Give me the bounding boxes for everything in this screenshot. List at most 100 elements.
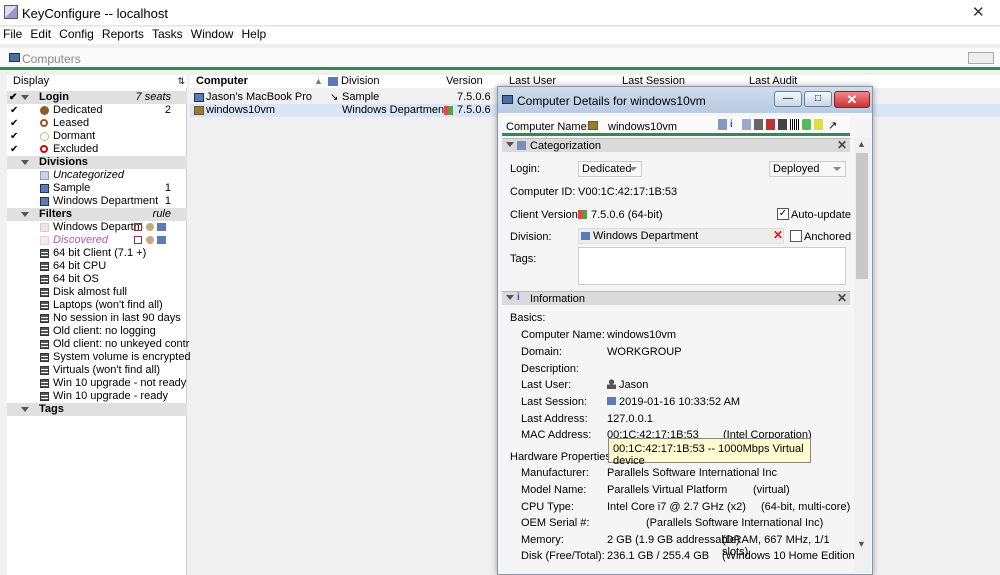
monitor-icon[interactable]: [742, 119, 751, 130]
status-select[interactable]: Deployed: [769, 161, 846, 177]
info-computer-name-label: Computer Name:: [521, 329, 605, 341]
divisions-section-header[interactable]: Divisions: [7, 156, 187, 169]
note-icon[interactable]: [814, 119, 823, 130]
grid-icon[interactable]: [718, 119, 727, 130]
sidebar-item-sample[interactable]: Sample 1: [7, 182, 187, 195]
filter-item[interactable]: Win 10 upgrade - not ready: [7, 377, 187, 390]
collapse-triangle-icon: [21, 160, 29, 165]
check-icon: ✔: [10, 118, 19, 129]
scroll-up-icon[interactable]: ▲: [857, 139, 866, 149]
scrollbar-thumb[interactable]: [856, 153, 868, 279]
categories-icon: [517, 141, 526, 150]
dialog-close-button[interactable]: ✕: [834, 91, 870, 108]
filter-item[interactable]: Win 10 upgrade - ready: [7, 390, 187, 403]
leased-ring-icon: [40, 119, 48, 127]
computer-name-label: Computer Name:: [506, 121, 590, 133]
tags-input[interactable]: [578, 247, 846, 285]
client-version-label: Client Version:: [510, 209, 581, 221]
filter-list-icon: [40, 379, 49, 388]
barcode-icon[interactable]: [790, 119, 799, 130]
filter-item[interactable]: Laptops (won't find all): [7, 299, 187, 312]
anchored-checkbox[interactable]: [790, 230, 802, 242]
filter-item[interactable]: Old client: no unkeyed contr: [7, 338, 189, 351]
sidebar-item-label: Excluded: [53, 143, 99, 155]
filter-item-windows-department[interactable]: Windows Departm: [7, 221, 187, 234]
display-label: Display: [13, 75, 50, 87]
info-icon[interactable]: i: [730, 119, 739, 130]
filter-icon: [40, 236, 49, 245]
excluded-no-icon: [40, 145, 48, 153]
filter-item[interactable]: 64 bit OS: [7, 273, 187, 286]
filter-item[interactable]: System volume is encrypted: [7, 351, 191, 364]
computer-id-label: Computer ID:: [510, 186, 576, 198]
tags-section-header[interactable]: Tags: [7, 403, 187, 416]
filter-label: System volume is encrypted: [53, 351, 191, 363]
collapse-triangle-icon: [21, 212, 29, 217]
monitor-icon: [157, 223, 166, 231]
sidebar-item-dedicated[interactable]: ✔ Dedicated 2: [7, 104, 187, 117]
collapse-triangle-icon: [21, 95, 29, 100]
filter-label: 64 bit Client (7.1 +): [53, 247, 147, 259]
filter-item[interactable]: 64 bit Client (7.1 +): [7, 247, 187, 260]
menu-tasks[interactable]: Tasks: [150, 27, 185, 42]
filter-label: 64 bit OS: [53, 273, 99, 285]
filter-label: Windows Departm: [53, 221, 143, 233]
auto-update-checkbox[interactable]: ✓: [777, 208, 789, 220]
division-field[interactable]: Windows Department ✕: [578, 228, 784, 244]
filter-list-icon: [40, 301, 49, 310]
filter-label: Win 10 upgrade - not ready: [53, 377, 187, 389]
filter-item[interactable]: Virtuals (won't find all): [7, 364, 187, 377]
menu-edit[interactable]: Edit: [28, 27, 53, 42]
filter-item[interactable]: Disk almost full: [7, 286, 187, 299]
user-icon[interactable]: [754, 119, 763, 130]
check-icon: ✔: [10, 131, 19, 142]
external-link-icon[interactable]: ↗: [828, 119, 837, 132]
disk-extra: (Windows 10 Home Edition-0: [722, 550, 865, 562]
minimize-button[interactable]: —: [774, 91, 802, 107]
filter-item[interactable]: Old client: no logging: [7, 325, 187, 338]
login-section-header[interactable]: ✔ Login 7 seats: [7, 91, 187, 104]
menu-config[interactable]: Config: [57, 27, 96, 42]
maximize-button[interactable]: □: [804, 91, 832, 107]
column-computer[interactable]: Computer: [196, 75, 248, 88]
filter-label: Virtuals (won't find all): [53, 364, 161, 376]
filter-label: Laptops (won't find all): [53, 299, 163, 311]
window-close-button[interactable]: ✕: [972, 3, 985, 21]
information-section-header[interactable]: i Information ✕: [502, 291, 850, 305]
chip-icon[interactable]: [778, 119, 787, 130]
app-icon[interactable]: [802, 119, 811, 130]
section-close-icon[interactable]: ✕: [837, 291, 847, 305]
section-close-icon[interactable]: ✕: [837, 138, 847, 152]
division-label: Division:: [510, 231, 552, 243]
info-computer-name-value: windows10vm: [607, 329, 677, 341]
filter-label: Discovered: [53, 234, 109, 246]
rule-label: rule: [152, 208, 171, 220]
filter-item[interactable]: 64 bit CPU: [7, 260, 187, 273]
categorization-section-header[interactable]: Categorization ✕: [502, 138, 850, 152]
column-version[interactable]: Version: [446, 75, 483, 88]
clear-icon[interactable]: ✕: [773, 228, 783, 242]
menu-reports[interactable]: Reports: [100, 27, 146, 42]
column-division[interactable]: Division: [341, 75, 380, 88]
shield-icon[interactable]: [766, 119, 775, 130]
login-select[interactable]: Dedicated: [578, 161, 642, 177]
check-icon: ✔: [9, 92, 18, 103]
scroll-down-icon[interactable]: ▼: [857, 539, 866, 549]
filters-section-header[interactable]: Filters rule: [7, 208, 187, 221]
menu-window[interactable]: Window: [189, 27, 236, 42]
sidebar-item-label: Windows Department: [53, 195, 159, 207]
sidebar-item-leased[interactable]: ✔ Leased: [7, 117, 187, 130]
display-header[interactable]: Display ⇅: [7, 75, 187, 88]
sidebar-item-windows-department[interactable]: Windows Department 1: [7, 195, 187, 208]
sidebar-item-excluded[interactable]: ✔ Excluded: [7, 143, 187, 156]
filter-item[interactable]: No session in last 90 days: [7, 312, 187, 325]
dialog-titlebar[interactable]: Computer Details for windows10vm — □ ✕: [498, 87, 872, 113]
sidebar-item-uncategorized[interactable]: Uncategorized: [7, 169, 187, 182]
filter-item-discovered[interactable]: Discovered: [7, 234, 187, 247]
app-icon: [4, 5, 18, 19]
menu-file[interactable]: File: [1, 27, 24, 42]
manufacturer-label: Manufacturer:: [521, 467, 589, 479]
panel-collapse-button[interactable]: [968, 52, 994, 64]
sidebar-item-dormant[interactable]: ✔ Dormant: [7, 130, 187, 143]
menu-help[interactable]: Help: [240, 27, 269, 42]
